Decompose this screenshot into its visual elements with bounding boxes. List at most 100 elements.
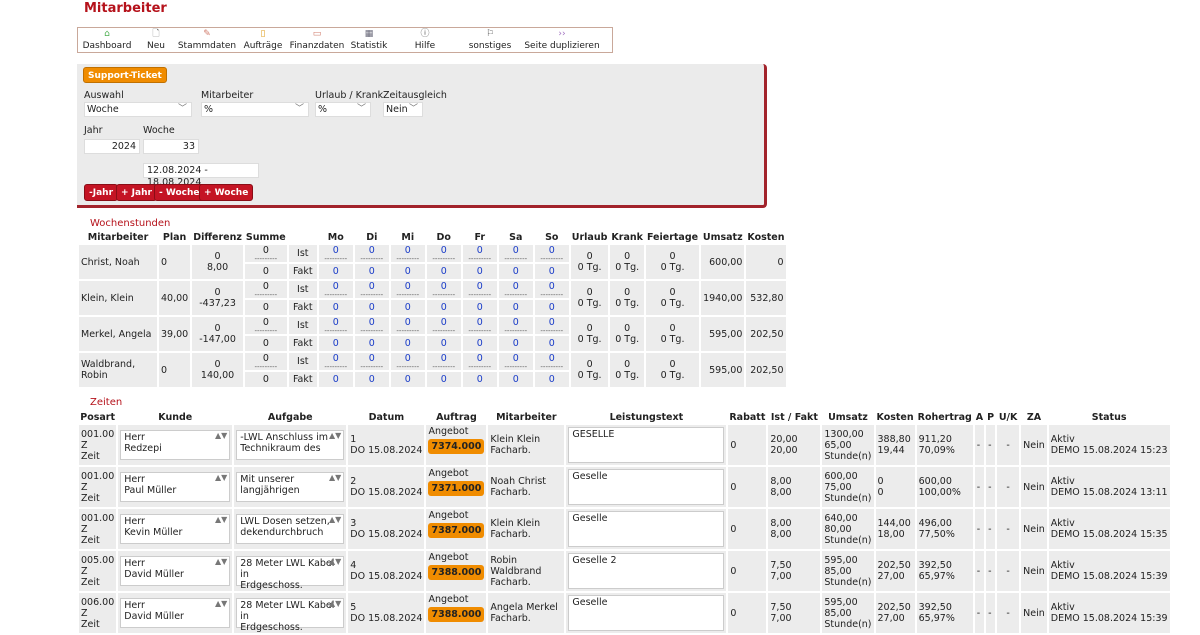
day-fakt-value: 0 [462,264,497,279]
separator-dash: --------- [468,255,492,263]
umsatz-cell-line: 595,00 [824,596,858,608]
leistungstext-textarea[interactable]: Geselle [568,511,725,547]
feiertage-zero: 0 [669,251,676,262]
day-fakt-value: 0 [462,336,497,351]
auftrag-number-badge[interactable]: 7387.000 [428,523,485,538]
auftrag-cell: Angebot 7374.000 [426,425,487,465]
posart-cell-line: 001.00 [81,428,115,440]
posart-cell-line: Zeit [81,576,100,588]
krank-days: 0 Tg. [615,298,640,309]
leistungstext-textarea[interactable]: Geselle [568,469,725,505]
kunde-field[interactable]: Herr Redzepi ▲▼ [120,430,231,460]
toolbar-finanzdaten[interactable]: ▭ Finanzdaten [288,28,346,52]
datum-value: DO 15.08.2024 [350,487,423,498]
separator-dash: --------- [254,255,278,263]
p-flag: - [986,467,996,507]
toolbar-sonstiges[interactable]: ⚐ sonstiges [458,28,522,52]
urlaub-cell: 00 Tg. [570,317,609,351]
kunde-line: Herr [124,432,145,443]
day-fakt-value: 0 [498,372,533,387]
toolbar-stammdaten[interactable]: ✎ Stammdaten [176,28,238,52]
leistungstext-textarea[interactable]: Geselle [568,595,725,631]
uk-flag: - [997,593,1020,633]
mitarbeiter-cell-line: Klein Klein [490,518,541,529]
leistungstext-cell: Geselle [566,467,727,507]
posart-cell: 006.00 Z Zeit [79,593,117,633]
plus-year-button[interactable]: + Jahr [116,184,157,201]
feiertage-days: 0 Tg. [660,262,685,273]
woche-input[interactable]: 33 [143,139,199,154]
leistungstext-textarea[interactable]: GESELLE [568,427,725,463]
day-ist-value: 0 --------- [354,245,389,263]
leistungstext-textarea[interactable]: Geselle 2 [568,553,725,589]
za-value: Nein [1021,593,1047,633]
day-fakt-value: 0 [318,300,353,315]
minus-week-button[interactable]: - Woche [154,184,205,201]
datum-nr: 3 [350,518,357,529]
separator-dash: --------- [432,291,456,299]
rohertrag-cell: 392,50 65,97% [916,551,973,591]
aufgabe-cell: Mit unserer langjährigen ▲▼ [234,467,347,507]
date-range-field[interactable]: 12.08.2024 - 18.08.2024 [143,163,259,188]
plus-week-button[interactable]: + Woche [199,184,254,201]
mitarbeiter-cell-line: Robin Waldbrand [490,554,542,577]
posart-cell-line: Zeit [81,534,100,546]
toolbar-statistik[interactable]: ▦ Statistik [346,28,392,52]
double-chevron-icon: ›› [558,29,566,39]
umsatz-value: 1940,00 [701,281,745,315]
jahr-input[interactable]: 2024 [84,139,140,154]
column-header: Auftrag [436,412,477,423]
day-fakt-value: 0 [534,372,569,387]
umsatz-cell: 640,00 80,00 Stunde(n) [822,509,874,549]
minus-year-button[interactable]: -Jahr [84,184,119,201]
kunde-field[interactable]: Herr Kevin Müller ▲▼ [120,514,231,544]
separator-dash: --------- [468,291,492,299]
toolbar-dashboard[interactable]: ⌂ Dashboard [78,28,136,52]
krank-days: 0 Tg. [615,370,640,381]
kunde-field[interactable]: Herr Paul Müller ▲▼ [120,472,231,502]
umsatz-cell-line: 65,00 [824,439,852,451]
feiertage-zero: 0 [669,323,676,334]
umsatz-cell-line: 595,00 [824,554,858,566]
kunde-field[interactable]: Herr David Müller ▲▼ [120,598,231,628]
status-detail: DEMO 15.08.2024 15:39 [1050,571,1168,582]
toolbar-neu[interactable]: 🗋 Neu [136,28,176,52]
aufgabe-textarea[interactable]: -LWL Anschluss im Technikraum des ▲▼ [236,430,345,460]
auftrag-number-badge[interactable]: 7388.000 [428,565,485,580]
auswahl-select[interactable]: Woche ﹀ [84,102,192,117]
kosten-cell-line: 27,00 [877,613,905,624]
zeitausgleich-select[interactable]: Nein ﹀ [383,102,423,117]
day-ist-value: 0 --------- [354,353,389,371]
summe-fakt: 0 [244,372,287,387]
toolbar-hilfe[interactable]: ⓘ Hilfe [392,28,458,52]
uk-flag: - [997,425,1020,465]
auftrag-number-badge[interactable]: 7374.000 [428,439,485,454]
edit-document-icon: ✎ [203,29,211,39]
rohertrag-cell-line: 392,50 [918,602,952,613]
auftrag-number-badge[interactable]: 7388.000 [428,607,485,622]
day-ist-value: 0 --------- [390,317,425,335]
auftrag-number-badge[interactable]: 7371.000 [428,481,485,496]
aufgabe-textarea[interactable]: 28 Meter LWL Kabel in Erdgeschoss. ▲▼ [236,556,345,591]
day-ist-value: 0 --------- [426,317,461,335]
employee-name: Waldbrand, Robin [79,353,157,387]
kunde-field[interactable]: Herr David Müller ▲▼ [120,556,231,586]
feiertage-days: 0 Tg. [660,334,685,345]
toolbar-seite-duplizieren[interactable]: ›› Seite duplizieren [522,28,602,52]
difference-cell: 0 8,00 [192,245,243,279]
ist-label: Ist [288,353,317,370]
mitarbeiter-select[interactable]: % ﹀ [201,102,309,117]
column-header: Kosten [876,412,914,423]
aufgabe-textarea[interactable]: Mit unserer langjährigen ▲▼ [236,472,345,502]
day-ist-value: 0 --------- [462,281,497,299]
day-fakt-value: 0 [354,264,389,279]
auftrag-label: Angebot [428,594,469,605]
ist-value: 20,00 [770,434,798,445]
toolbar-auftraege[interactable]: ▯ Aufträge [238,28,288,52]
day-ist-value: 0 --------- [390,353,425,371]
aufgabe-textarea[interactable]: 28 Meter LWL Kabel in Erdgeschoss. ▲▼ [236,598,345,633]
difference-value: -147,00 [199,334,236,345]
urlaub-krank-select[interactable]: % ﹀ [315,102,371,117]
support-ticket-button[interactable]: Support-Ticket [83,67,167,83]
aufgabe-textarea[interactable]: LWL Dosen setzen, dekendurchbruch ▲▼ [236,514,345,544]
